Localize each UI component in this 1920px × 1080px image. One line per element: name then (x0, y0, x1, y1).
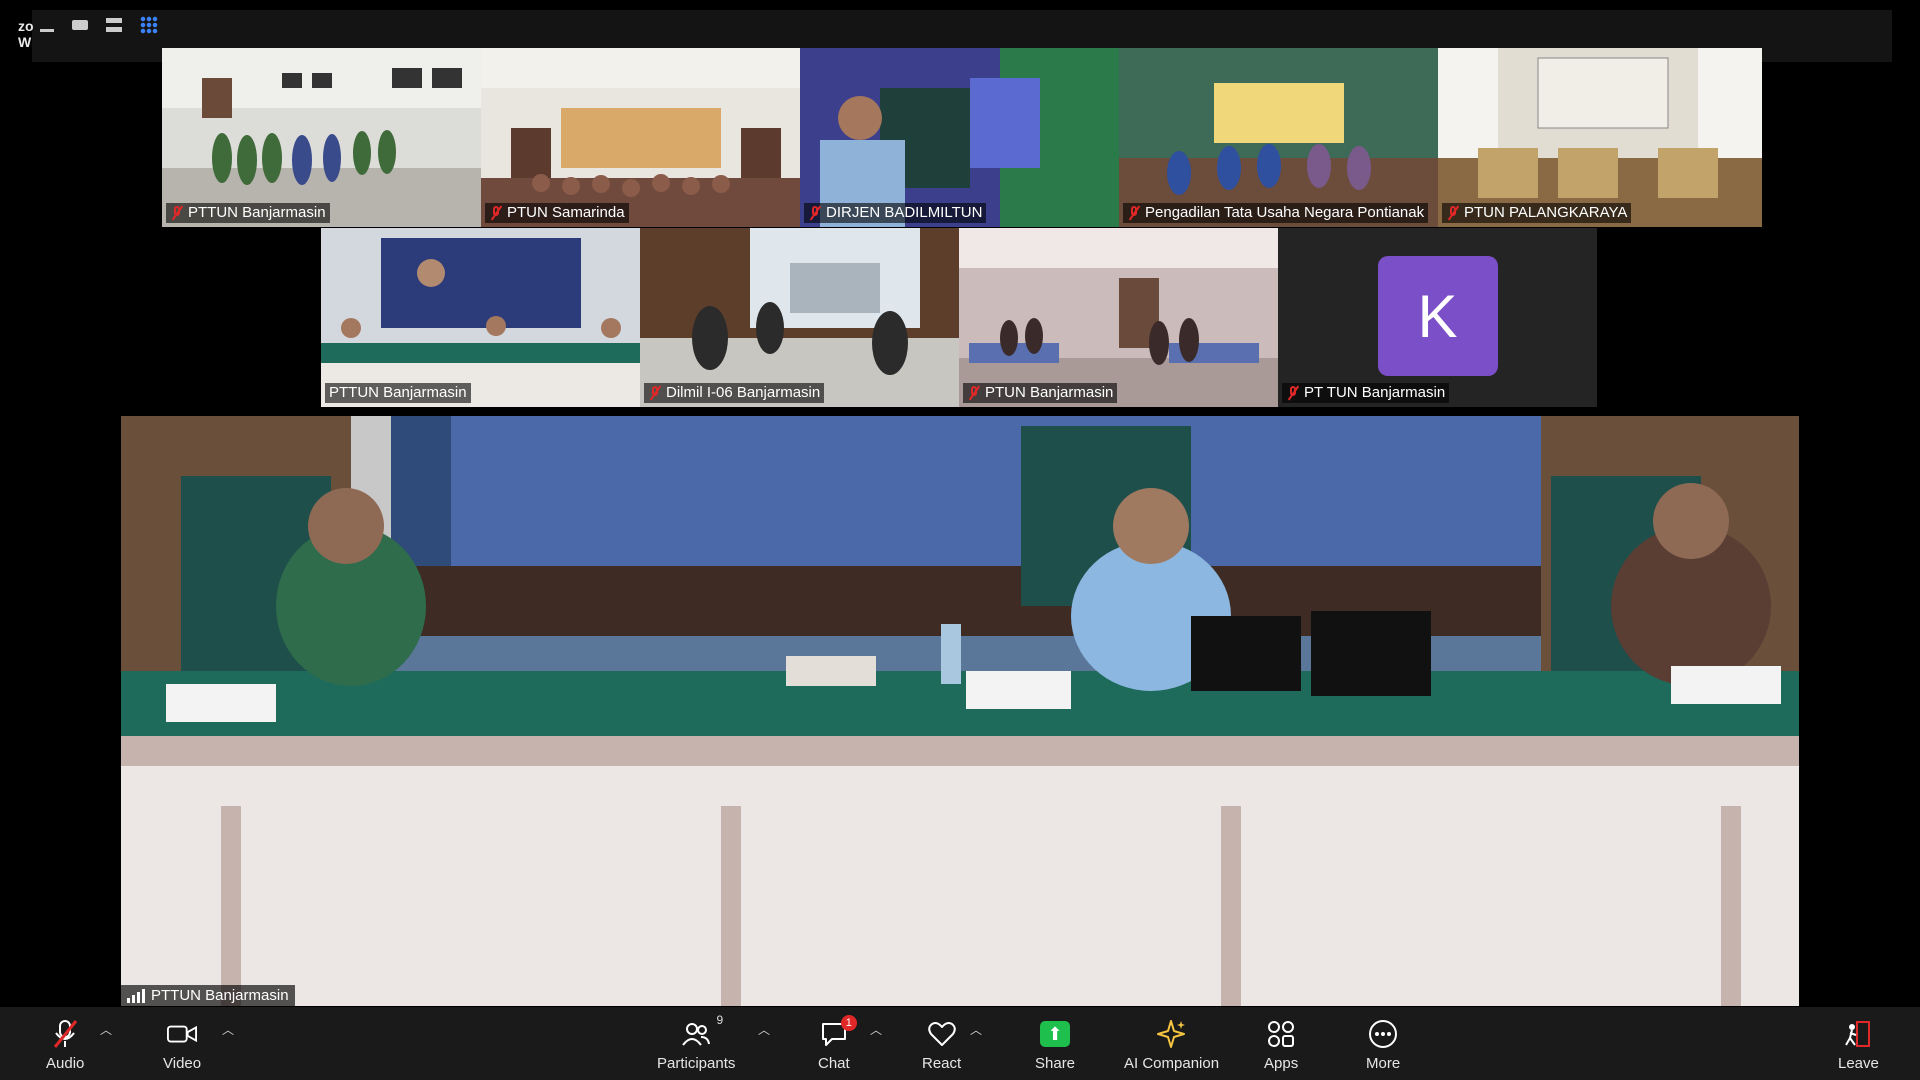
apps-button[interactable]: Apps (1264, 1019, 1298, 1072)
apps-icon (1266, 1019, 1296, 1049)
video-tile-no-video[interactable]: K PT TUN Banjarmasin (1278, 228, 1597, 407)
audio-label: Audio (46, 1055, 85, 1072)
speaker-name: PTTUN Banjarmasin (151, 987, 289, 1004)
video-options-caret[interactable]: ︿ (222, 1021, 234, 1038)
ai-companion-label: AI Companion (1124, 1055, 1220, 1072)
heart-icon (927, 1019, 957, 1049)
main-video-feed (121, 416, 1799, 1006)
chat-options-caret[interactable]: ︿ (870, 1021, 882, 1038)
participant-name: PTUN Banjarmasin (985, 384, 1114, 401)
speaker-label: PTTUN Banjarmasin (121, 985, 295, 1006)
chat-button[interactable]: 1 Chat (818, 1015, 857, 1072)
video-tile[interactable]: PTUN Samarinda (481, 48, 800, 227)
audio-button[interactable]: Audio (46, 1019, 84, 1072)
chat-label: Chat (818, 1055, 850, 1072)
leave-button[interactable]: Leave (1838, 1019, 1879, 1072)
video-tile[interactable]: Dilmil I-06 Banjarmasin (640, 228, 959, 407)
main-speaker-video[interactable]: PTTUN Banjarmasin (121, 416, 1799, 1006)
mic-muted-icon (967, 385, 981, 401)
participant-label: PTUN Banjarmasin (963, 383, 1118, 403)
video-feed (959, 228, 1278, 407)
react-options-caret[interactable]: ︿ (970, 1021, 982, 1038)
mic-muted-icon (1286, 385, 1300, 401)
sparkle-icon (1156, 1019, 1187, 1049)
audio-options-caret[interactable]: ︿ (100, 1021, 112, 1038)
minimize-icon[interactable] (40, 28, 54, 32)
video-tile[interactable]: PTUN PALANGKARAYA (1438, 48, 1762, 227)
participants-button[interactable]: 9 Participants (657, 1013, 736, 1072)
participant-label: Dilmil I-06 Banjarmasin (644, 383, 825, 403)
share-screen-icon: ⬆ (1040, 1019, 1071, 1049)
leave-door-icon (1843, 1019, 1873, 1049)
participants-count: 9 (716, 1013, 724, 1027)
share-label: Share (1035, 1055, 1076, 1072)
more-icon (1368, 1019, 1398, 1049)
speaker-view-icon[interactable] (72, 20, 88, 30)
participants-options-caret[interactable]: ︿ (758, 1021, 770, 1038)
video-label: Video (163, 1055, 202, 1072)
share-button[interactable]: ⬆ Share (1035, 1019, 1075, 1072)
participant-name: PTUN PALANGKARAYA (1464, 204, 1628, 221)
video-tile[interactable]: PTUN Banjarmasin (959, 228, 1278, 407)
video-feed (162, 48, 481, 227)
mic-muted-icon (1127, 205, 1141, 221)
participant-label: DIRJEN BADILMILTUN (804, 203, 987, 223)
participant-label: PT TUN Banjarmasin (1282, 383, 1450, 403)
video-feed (481, 48, 800, 227)
participant-name: PT TUN Banjarmasin (1304, 384, 1446, 401)
participant-name: PTUN Samarinda (507, 204, 625, 221)
participant-name: Pengadilan Tata Usaha Negara Pontianak (1145, 204, 1425, 221)
participant-name: PTTUN Banjarmasin (188, 204, 326, 221)
react-button[interactable]: React (922, 1019, 961, 1072)
chat-badge: 1 (840, 1015, 857, 1031)
mic-muted-icon (808, 205, 822, 221)
participant-label: PTUN PALANGKARAYA (1442, 203, 1632, 223)
more-label: More (1366, 1055, 1401, 1072)
video-feed (321, 228, 640, 407)
video-feed (1119, 48, 1438, 227)
signal-icon (127, 988, 145, 1003)
react-label: React (922, 1055, 962, 1072)
video-tile[interactable]: DIRJEN BADILMILTUN (800, 48, 1119, 227)
participant-name: Dilmil I-06 Banjarmasin (666, 384, 821, 401)
mic-muted-icon (648, 385, 662, 401)
video-tile[interactable]: Pengadilan Tata Usaha Negara Pontianak (1119, 48, 1438, 227)
participant-name: DIRJEN BADILMILTUN (826, 204, 983, 221)
video-feed (800, 48, 1119, 227)
participant-label: PTUN Samarinda (485, 203, 629, 223)
ai-companion-button[interactable]: AI Companion (1124, 1019, 1219, 1072)
app-corner-text-2: W (18, 34, 32, 50)
view-controls (40, 16, 158, 34)
participant-label: PTTUN Banjarmasin (166, 203, 330, 223)
participants-icon: 9 (681, 1013, 723, 1049)
gallery-strip: PTTUN Banjarmasin PTUN Samarinda DIRJEN … (162, 48, 1762, 408)
avatar: K (1377, 256, 1498, 376)
participants-label: Participants (657, 1055, 736, 1072)
chat-icon: 1 (819, 1015, 857, 1049)
video-camera-icon (167, 1019, 198, 1049)
participant-label: PTTUN Banjarmasin (325, 383, 471, 403)
app-corner: zo W (18, 18, 34, 50)
video-button[interactable]: Video (163, 1019, 201, 1072)
mic-muted-icon (489, 205, 503, 221)
mic-muted-icon (170, 205, 184, 221)
mic-muted-icon (1446, 205, 1460, 221)
leave-label: Leave (1838, 1055, 1879, 1072)
gallery-view-icon[interactable] (140, 16, 158, 34)
apps-label: Apps (1264, 1055, 1299, 1072)
video-feed (640, 228, 959, 407)
more-button[interactable]: More (1366, 1019, 1400, 1072)
participant-label: Pengadilan Tata Usaha Negara Pontianak (1123, 203, 1429, 223)
strip-view-icon[interactable] (106, 18, 122, 32)
app-corner-text: zo (18, 18, 34, 34)
video-tile-active[interactable]: PTTUN Banjarmasin (321, 228, 640, 407)
video-tile[interactable]: PTTUN Banjarmasin (162, 48, 481, 227)
video-feed (1438, 48, 1762, 227)
mic-muted-icon (50, 1019, 80, 1049)
participant-name: PTTUN Banjarmasin (329, 384, 467, 401)
meeting-toolbar: Audio ︿ Video ︿ 9 Participants ︿ 1 Chat … (0, 1007, 1920, 1080)
